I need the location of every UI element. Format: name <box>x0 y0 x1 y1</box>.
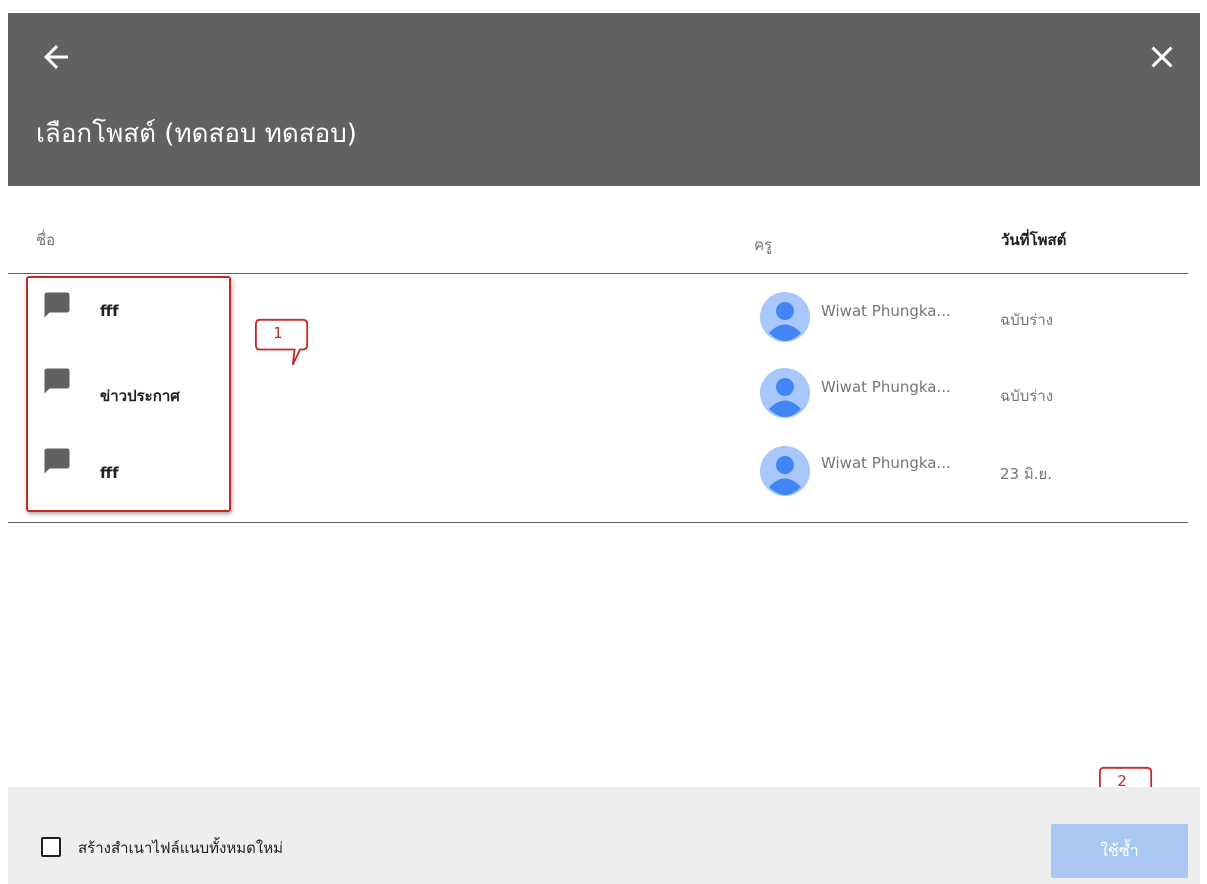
post-date: ฉบับร่าง <box>1000 311 1054 329</box>
avatar-icon <box>760 292 810 342</box>
annotation-highlight-box <box>26 276 231 512</box>
back-button[interactable] <box>38 39 74 75</box>
avatar-icon <box>760 446 810 496</box>
dialog-title: เลือกโพสต์ (ทดสอบ ทดสอบ) <box>36 119 357 149</box>
dialog-header: เลือกโพสต์ (ทดสอบ ทดสอบ) <box>8 13 1200 186</box>
teacher-name: Wiwat Phungka... <box>821 302 951 320</box>
arrow-back-icon <box>44 45 68 69</box>
callout-number: 1 <box>273 324 283 342</box>
column-header-date[interactable]: วันที่โพสต์ <box>1001 228 1066 252</box>
dialog-footer: สร้างสำเนาไฟล์แนบทั้งหมดใหม่ ใช้ซ้ำ <box>8 787 1200 884</box>
close-icon <box>1151 46 1173 68</box>
teacher-name: Wiwat Phungka... <box>821 454 951 472</box>
reuse-button[interactable]: ใช้ซ้ำ <box>1051 824 1188 878</box>
avatar-icon <box>760 368 810 418</box>
teacher-name: Wiwat Phungka... <box>821 378 951 396</box>
annotation-callout-1: 1 <box>255 318 311 366</box>
close-button[interactable] <box>1144 39 1180 75</box>
list-bottom-divider <box>8 522 1188 523</box>
copy-attachments-checkbox[interactable] <box>41 837 61 857</box>
copy-attachments-label[interactable]: สร้างสำเนาไฟล์แนบทั้งหมดใหม่ <box>78 836 283 860</box>
post-date: 23 มิ.ย. <box>1000 465 1053 483</box>
post-date: ฉบับร่าง <box>1000 387 1054 405</box>
column-header-name: ชื่อ <box>36 231 56 249</box>
column-header-teacher: ครู <box>754 236 773 254</box>
header-divider <box>8 273 1188 274</box>
